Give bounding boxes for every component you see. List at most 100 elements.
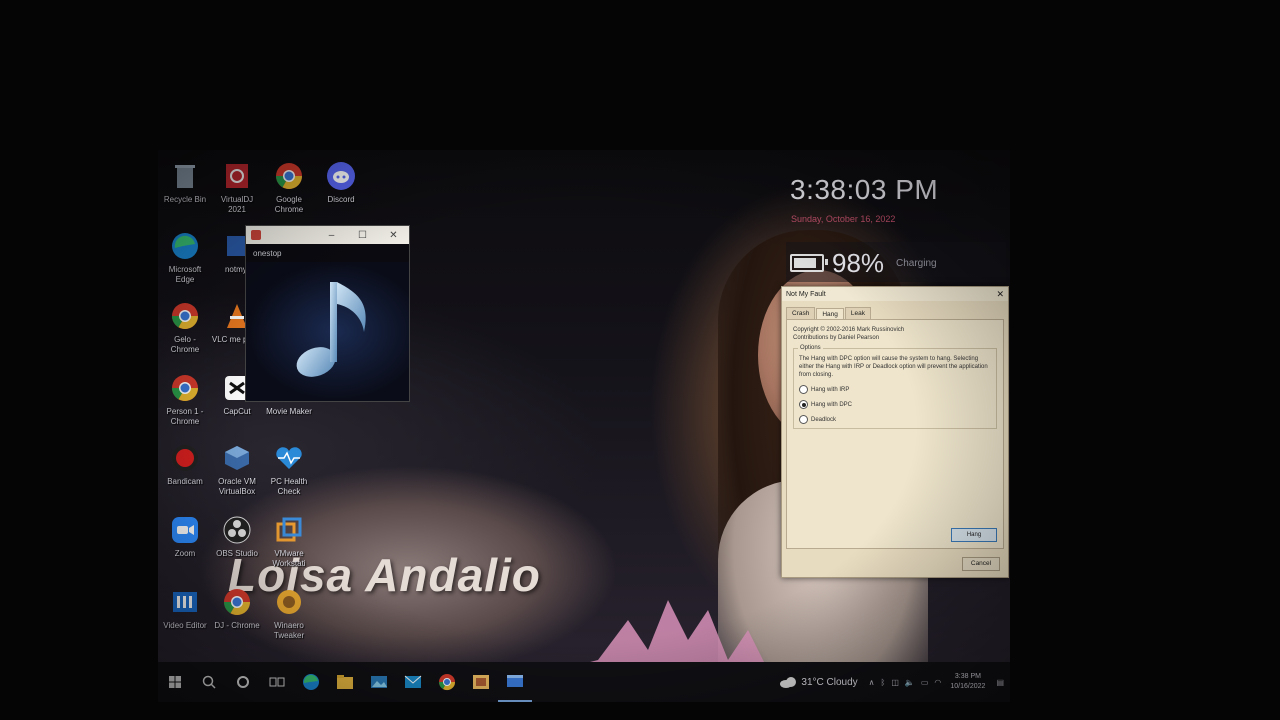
chevron-up-icon[interactable]: ∧ [869,678,875,687]
radio-hang-with-dpc[interactable]: Hang with DPC [799,400,991,409]
taskbar-task-view-button[interactable] [260,662,294,702]
speaker-icon[interactable]: 🔈 [905,678,915,687]
taskbar-search-button[interactable] [192,662,226,702]
weather-text: 31°C Cloudy [801,676,858,688]
pc-health-icon [273,442,305,474]
taskbar-cortana-button[interactable] [226,662,260,702]
desktop-icon-winaero-tweaker[interactable]: Winaero Tweaker [263,586,315,641]
file-explorer-icon [337,675,353,689]
tab-crash[interactable]: Crash [786,307,816,319]
desktop-icon-virtualdj[interactable]: VirtualDJ 2021 [211,160,263,215]
desktop-icon-recycle-bin[interactable]: Recycle Bin [159,160,211,205]
desktop-screen: Loisa Andalio Recycle Bin VirtualDJ 2021… [158,150,1010,702]
copyright-text: Copyright © 2002-2016 Mark Russinovich [793,327,905,333]
winaero-icon [273,586,305,618]
edge-icon [303,674,319,690]
obs-icon [221,514,253,546]
photos-icon [371,676,387,688]
mail-icon [404,675,422,688]
desktop-icon-video-editor[interactable]: Video Editor [159,586,211,631]
player-window[interactable]: – ☐ ✕ onestop [245,225,410,402]
player-artwork [246,262,409,401]
battery-percent: 98% [832,248,885,278]
battery-state: Charging [896,258,937,269]
dialog-title: Not My Fault [786,290,826,298]
chrome-icon [169,372,201,404]
virtualbox-icon [221,442,253,474]
start-button[interactable] [158,662,192,702]
notmyfault-dialog[interactable]: Not My Fault ✕ Crash Hang Leak Copyright… [781,286,1009,578]
taskbar-player[interactable] [464,662,498,702]
desktop-icon-discord[interactable]: Discord [315,160,367,205]
taskbar: 31°C Cloudy ∧ ᛒ ◫ 🔈 ▭ ◠ 3:38 PM 10/16/20… [158,662,1010,702]
hang-tab-panel: Copyright © 2002-2016 Mark Russinovich C… [786,319,1004,549]
weather-widget[interactable]: 31°C Cloudy [779,676,858,688]
tab-leak[interactable]: Leak [844,307,871,319]
hang-button[interactable]: Hang [951,528,997,542]
battery-widget: 98% Charging [786,242,1006,282]
desktop-icon-microsoft-edge[interactable]: Microsoft Edge [159,230,211,285]
notmyfault-icon [507,675,523,687]
options-description: The Hang with DPC option will cause the … [799,356,988,378]
notifications-icon[interactable]: ▤ [996,678,1004,687]
player-close-button[interactable]: ✕ [378,230,409,241]
desktop-icon-virtualbox[interactable]: Oracle VM VirtualBox [211,442,263,497]
task-view-icon [269,677,285,687]
battery-icon [790,254,828,272]
battery-tray-icon[interactable]: ▭ [921,678,929,687]
player-app-icon [251,230,261,240]
taskbar-clock[interactable]: 3:38 PM 10/16/2022 [950,672,985,692]
network-icon[interactable]: ◫ [891,678,899,687]
vmware-icon [273,514,305,546]
desktop-icon-zoom[interactable]: Zoom [159,514,211,559]
taskbar-photos[interactable] [362,662,396,702]
radio-label: Hang with DPC [811,401,853,408]
battery-fill [794,258,816,268]
chrome-icon [438,674,456,691]
radio-label: Hang with IRP [811,386,850,393]
taskbar-file-explorer[interactable] [328,662,362,702]
wifi-icon[interactable]: ◠ [934,678,941,687]
player-icon [473,675,489,689]
radio-hang-with-irp[interactable]: Hang with IRP [799,385,991,394]
video-editor-icon [169,586,201,618]
cancel-button[interactable]: Cancel [962,557,1000,571]
discord-icon [325,160,357,192]
taskbar-chrome[interactable] [430,662,464,702]
search-icon [202,675,216,689]
radio-deadlock[interactable]: Deadlock [799,415,991,424]
player-minimize-button[interactable]: – [316,230,347,241]
desktop-icon-pc-health-check[interactable]: PC Health Check [263,442,315,497]
chrome-icon [221,586,253,618]
edge-icon [169,230,201,262]
cloud-icon [780,677,797,688]
music-note-icon [296,282,366,377]
dialog-tabs: Crash Hang Leak [786,307,1004,320]
desktop-icon-person1-chrome[interactable]: Person 1 - Chrome [159,372,211,427]
dialog-close-button[interactable]: ✕ [996,289,1004,300]
dialog-titlebar[interactable]: Not My Fault ✕ [782,287,1008,301]
radio-dot-selected[interactable] [799,400,808,409]
player-maximize-button[interactable]: ☐ [347,230,378,241]
radio-dot[interactable] [799,385,808,394]
contributions-text: Contributions by Daniel Pearson [793,335,880,341]
desktop-icon-google-chrome[interactable]: Google Chrome [263,160,315,215]
bluetooth-icon[interactable]: ᛒ [881,678,886,687]
taskbar-notmyfault[interactable] [498,662,532,702]
recycle-bin-icon [169,160,201,192]
desktop-icon-vmware[interactable]: VMware Workstati [263,514,315,569]
taskbar-mail[interactable] [396,662,430,702]
chrome-icon [169,300,201,332]
taskbar-edge[interactable] [294,662,328,702]
radio-dot[interactable] [799,415,808,424]
taskbar-date: 10/16/2022 [950,683,986,690]
desktop-icon-gelo-chrome[interactable]: Gelo - Chrome [159,300,211,355]
player-track-name: onestop [253,249,282,258]
bandicam-icon [169,442,201,474]
options-legend: Options [798,344,823,352]
desktop-icon-bandicam[interactable]: Bandicam [159,442,211,487]
player-titlebar[interactable]: – ☐ ✕ [246,226,409,244]
virtualdj-icon [221,160,253,192]
desktop-icon-obs-studio[interactable]: OBS Studio [211,514,263,559]
desktop-icon-dj-chrome[interactable]: DJ - Chrome [211,586,263,631]
